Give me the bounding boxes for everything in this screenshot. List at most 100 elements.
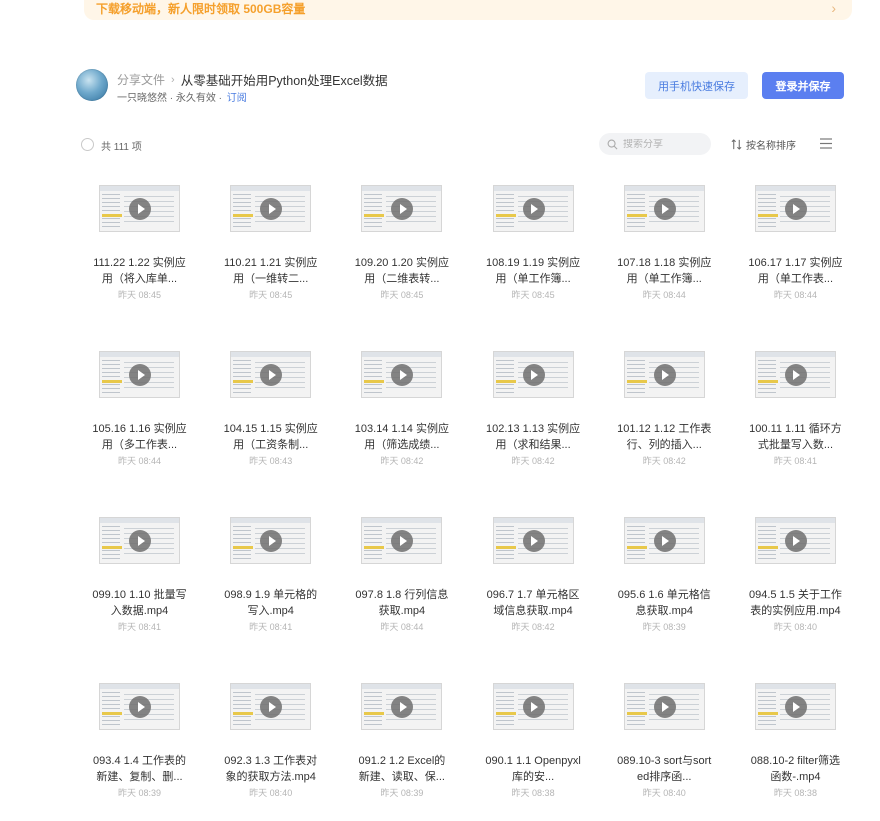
file-name[interactable]: 101.12 1.12 工作表行、列的插入... [613,421,716,453]
file-name[interactable]: 110.21 1.21 实例应用（一维转二... [219,255,322,287]
file-name[interactable]: 104.15 1.15 实例应用（工资条制... [219,421,322,453]
play-icon[interactable] [522,530,545,552]
login-save-button[interactable]: 登录并保存 [762,72,844,99]
video-thumbnail[interactable] [230,351,312,398]
file-item[interactable]: 099.10 1.10 批量写入数据.mp4 昨天 08:41 [88,515,191,681]
file-name[interactable]: 089.10-3 sort与sorted排序函... [613,753,716,785]
video-thumbnail[interactable] [361,351,443,398]
file-name[interactable]: 095.6 1.6 单元格信息获取.mp4 [613,587,716,619]
file-name[interactable]: 102.13 1.13 实例应用（求和结果... [482,421,585,453]
video-thumbnail[interactable] [361,517,443,564]
file-item[interactable]: 102.13 1.13 实例应用（求和结果... 昨天 08:42 [482,349,585,515]
file-item[interactable]: 110.21 1.21 实例应用（一维转二... 昨天 08:45 [219,183,322,349]
file-item[interactable]: 100.11 1.11 循环方式批量写入数... 昨天 08:41 [744,349,847,515]
play-icon[interactable] [129,530,151,552]
search-box[interactable] [599,133,711,155]
video-thumbnail[interactable] [623,517,705,564]
file-item[interactable]: 106.17 1.17 实例应用（单工作表... 昨天 08:44 [744,183,847,349]
file-item[interactable]: 098.9 1.9 单元格的写入.mp4 昨天 08:41 [219,515,322,681]
file-item[interactable]: 091.2 1.2 Excel的新建、读取、保... 昨天 08:39 [350,681,453,821]
breadcrumb-root-link[interactable]: 分享文件 [117,71,165,88]
file-name[interactable]: 099.10 1.10 批量写入数据.mp4 [88,587,191,619]
play-icon[interactable] [129,198,151,220]
video-thumbnail[interactable] [623,185,705,232]
play-icon[interactable] [784,696,807,718]
video-thumbnail[interactable] [492,517,574,564]
video-thumbnail[interactable] [754,517,836,564]
file-name[interactable]: 090.1 1.1 Openpyxl库的安... [482,753,585,785]
file-item[interactable]: 095.6 1.6 单元格信息获取.mp4 昨天 08:39 [613,515,716,681]
file-item[interactable]: 105.16 1.16 实例应用（多工作表... 昨天 08:44 [88,349,191,515]
select-all-checkbox[interactable] [81,138,94,151]
file-item[interactable]: 096.7 1.7 单元格区域信息获取.mp4 昨天 08:42 [482,515,585,681]
file-item[interactable]: 101.12 1.12 工作表行、列的插入... 昨天 08:42 [613,349,716,515]
video-thumbnail[interactable] [492,683,574,730]
video-thumbnail[interactable] [361,185,443,232]
file-item[interactable]: 108.19 1.19 实例应用（单工作簿... 昨天 08:45 [482,183,585,349]
file-item[interactable]: 092.3 1.3 工作表对象的获取方法.mp4 昨天 08:40 [219,681,322,821]
video-thumbnail[interactable] [99,517,180,564]
file-name[interactable]: 108.19 1.19 实例应用（单工作簿... [482,255,585,287]
video-thumbnail[interactable] [361,683,443,730]
file-name[interactable]: 091.2 1.2 Excel的新建、读取、保... [350,753,453,785]
video-thumbnail[interactable] [492,185,574,232]
video-thumbnail[interactable] [623,683,705,730]
file-item[interactable]: 088.10-2 filter筛选函数-.mp4 昨天 08:38 [744,681,847,821]
play-icon[interactable] [522,696,545,718]
subscribe-link[interactable]: 订阅 [227,93,247,104]
sort-button[interactable]: 按名称排序 [731,137,796,152]
file-name[interactable]: 107.18 1.18 实例应用（单工作簿... [613,255,716,287]
play-icon[interactable] [522,198,545,220]
file-name[interactable]: 094.5 1.5 关于工作表的实例应用.mp4 [744,587,847,619]
play-icon[interactable] [784,530,807,552]
file-item[interactable]: 111.22 1.22 实例应用（将入库单... 昨天 08:45 [88,183,191,349]
file-item[interactable]: 107.18 1.18 实例应用（单工作簿... 昨天 08:44 [613,183,716,349]
video-thumbnail[interactable] [623,351,705,398]
avatar[interactable] [76,69,108,101]
download-promo-banner[interactable]: 下载移动端，新人限时领取 500GB容量 › [84,0,852,20]
file-name[interactable]: 111.22 1.22 实例应用（将入库单... [88,255,191,287]
play-icon[interactable] [653,198,676,220]
search-input[interactable] [623,138,703,150]
video-thumbnail[interactable] [492,351,574,398]
play-icon[interactable] [653,364,676,386]
file-item[interactable]: 097.8 1.8 行列信息获取.mp4 昨天 08:44 [350,515,453,681]
play-icon[interactable] [784,364,807,386]
play-icon[interactable] [784,198,807,220]
video-thumbnail[interactable] [99,185,180,232]
list-view-icon[interactable] [820,138,832,149]
file-item[interactable]: 104.15 1.15 实例应用（工资条制... 昨天 08:43 [219,349,322,515]
file-name[interactable]: 088.10-2 filter筛选函数-.mp4 [744,753,847,785]
file-name[interactable]: 109.20 1.20 实例应用（二维表转... [350,255,453,287]
file-item[interactable]: 109.20 1.20 实例应用（二维表转... 昨天 08:45 [350,183,453,349]
video-thumbnail[interactable] [99,351,180,398]
video-thumbnail[interactable] [754,185,836,232]
file-name[interactable]: 103.14 1.14 实例应用（筛选成绩... [350,421,453,453]
play-icon[interactable] [522,364,545,386]
file-name[interactable]: 097.8 1.8 行列信息获取.mp4 [350,587,453,619]
file-item[interactable]: 089.10-3 sort与sorted排序函... 昨天 08:40 [613,681,716,821]
file-name[interactable]: 096.7 1.7 单元格区域信息获取.mp4 [482,587,585,619]
video-thumbnail[interactable] [230,683,312,730]
file-name[interactable]: 098.9 1.9 单元格的写入.mp4 [219,587,322,619]
file-item[interactable]: 093.4 1.4 工作表的新建、复制、删... 昨天 08:39 [88,681,191,821]
video-thumbnail[interactable] [99,683,180,730]
file-name[interactable]: 105.16 1.16 实例应用（多工作表... [88,421,191,453]
video-thumbnail[interactable] [230,185,312,232]
phone-save-button[interactable]: 用手机快速保存 [645,72,748,99]
play-icon[interactable] [653,530,676,552]
video-thumbnail[interactable] [754,351,836,398]
file-item[interactable]: 090.1 1.1 Openpyxl库的安... 昨天 08:38 [482,681,585,821]
play-icon[interactable] [129,364,151,386]
file-item[interactable]: 103.14 1.14 实例应用（筛选成绩... 昨天 08:42 [350,349,453,515]
chevron-right-icon[interactable]: › [831,0,836,16]
video-thumbnail[interactable] [754,683,836,730]
play-icon[interactable] [653,696,676,718]
file-name[interactable]: 106.17 1.17 实例应用（单工作表... [744,255,847,287]
video-thumbnail[interactable] [230,517,312,564]
file-name[interactable]: 092.3 1.3 工作表对象的获取方法.mp4 [219,753,322,785]
play-icon[interactable] [129,696,151,718]
file-name[interactable]: 100.11 1.11 循环方式批量写入数... [744,421,847,453]
file-name[interactable]: 093.4 1.4 工作表的新建、复制、删... [88,753,191,785]
file-item[interactable]: 094.5 1.5 关于工作表的实例应用.mp4 昨天 08:40 [744,515,847,681]
